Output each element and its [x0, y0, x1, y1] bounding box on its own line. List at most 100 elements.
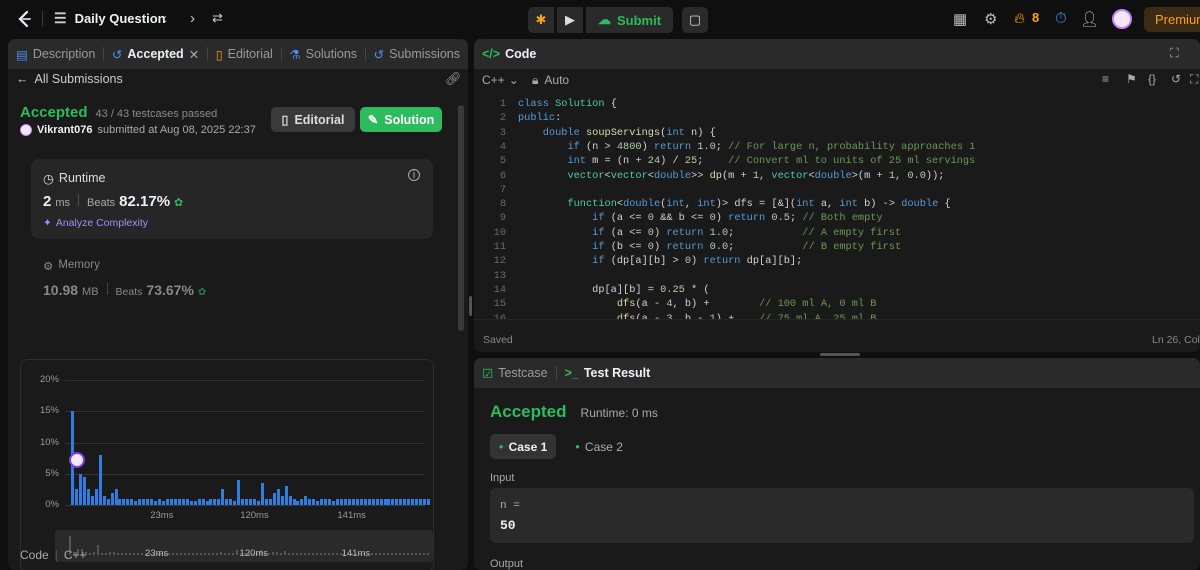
histogram-bar[interactable] — [423, 498, 427, 505]
maximize-icon[interactable]: ⛶ — [1170, 46, 1179, 61]
histogram-bar[interactable] — [304, 495, 308, 505]
histogram-bar[interactable] — [363, 498, 367, 505]
histogram-bar[interactable] — [114, 489, 118, 505]
histogram-bar[interactable] — [268, 498, 272, 505]
language-select[interactable]: C++ ⌄ — [482, 73, 519, 87]
histogram-bar[interactable] — [241, 498, 245, 505]
problem-list-button[interactable]: ☰ Daily Question — [54, 10, 166, 27]
histogram-bar[interactable] — [316, 500, 320, 505]
analyze-complexity-link[interactable]: ✦ Analyze Complexity — [43, 217, 148, 229]
histogram-bar[interactable] — [419, 498, 423, 505]
histogram-bar[interactable] — [142, 498, 146, 505]
histogram-bar[interactable] — [86, 489, 90, 505]
histogram-bar[interactable] — [260, 483, 264, 505]
histogram-bar[interactable] — [383, 498, 387, 505]
histogram-bar[interactable] — [367, 498, 371, 505]
memory-section[interactable]: ⚙ Memory 10.98 MB Beats 73.67% ✿ — [31, 242, 433, 312]
histogram-bar[interactable] — [371, 498, 375, 505]
histogram-bar[interactable] — [300, 498, 304, 505]
histogram-bar[interactable] — [102, 495, 106, 505]
run-button[interactable]: ▶ — [557, 7, 583, 33]
histogram-bar[interactable] — [161, 500, 165, 505]
your-runtime-marker[interactable] — [69, 452, 85, 469]
histogram-bar[interactable] — [252, 498, 256, 505]
histogram-bar[interactable] — [90, 495, 94, 505]
bookmark-icon[interactable]: ⚑ — [1126, 72, 1137, 86]
histogram-bar[interactable] — [320, 498, 324, 505]
histogram-bar[interactable] — [82, 476, 86, 505]
histogram-bar[interactable] — [328, 498, 332, 505]
close-icon[interactable]: ✕ — [189, 47, 199, 62]
histogram-bar[interactable] — [284, 486, 288, 505]
histogram-bar[interactable] — [197, 498, 201, 505]
histogram-bar[interactable] — [292, 498, 296, 505]
solution-button[interactable]: ✎ Solution — [360, 107, 442, 132]
histogram-bar[interactable] — [201, 498, 205, 505]
fullscreen-icon[interactable]: ⛶ — [1190, 72, 1198, 87]
tab-submissions[interactable]: ↺ Submissions — [366, 39, 468, 69]
notes-button[interactable]: ▢ — [682, 7, 709, 33]
histogram-bar[interactable] — [332, 500, 336, 505]
share-link-icon[interactable]: 🔗︎ — [445, 71, 462, 87]
histogram-bar[interactable] — [229, 498, 233, 505]
histogram-bar[interactable] — [312, 498, 316, 505]
editorial-button[interactable]: ▯ Editorial — [271, 107, 355, 132]
avatar[interactable] — [1112, 9, 1132, 29]
histogram-bar[interactable] — [296, 500, 300, 505]
tab-solutions[interactable]: ⚗ Solutions — [281, 39, 365, 69]
histogram-bar[interactable] — [272, 492, 276, 505]
scrollbar[interactable] — [458, 105, 464, 331]
histogram-bar[interactable] — [213, 498, 217, 505]
histogram-bar[interactable] — [154, 500, 158, 505]
histogram-bar[interactable] — [110, 492, 114, 505]
histogram-bar[interactable] — [340, 498, 343, 505]
shuffle-icon[interactable]: ⇄ — [212, 10, 223, 26]
histogram-bar[interactable] — [78, 473, 82, 505]
histogram-bar[interactable] — [217, 498, 221, 505]
histogram-bar[interactable] — [355, 498, 359, 505]
histogram-bar[interactable] — [343, 498, 347, 505]
histogram-bar[interactable] — [395, 498, 399, 505]
histogram-bar[interactable] — [158, 498, 162, 505]
flame-icon[interactable]: 🔥︎ — [1014, 10, 1025, 27]
histogram-bar[interactable] — [415, 498, 419, 505]
prev-question-icon[interactable]: ‹ — [162, 10, 167, 27]
histogram-bar[interactable] — [122, 498, 126, 505]
histogram-bar[interactable] — [150, 498, 154, 505]
histogram-bar[interactable] — [280, 495, 284, 505]
histogram-bar[interactable] — [387, 498, 391, 505]
case-1-tab[interactable]: ● Case 1 — [490, 434, 556, 459]
histogram-bar[interactable] — [225, 498, 229, 505]
histogram-bar[interactable] — [181, 498, 185, 505]
histogram-bar[interactable] — [324, 498, 328, 505]
histogram-bar[interactable] — [209, 498, 213, 505]
histogram-bar[interactable] — [169, 498, 173, 505]
histogram-bar[interactable] — [193, 500, 197, 505]
histogram-bar[interactable] — [106, 498, 110, 505]
histogram-bar[interactable] — [288, 495, 292, 505]
runtime-card[interactable]: ◷ Runtime i 2 ms Beats 82.17% ✿ ✦ Analyze … — [31, 159, 433, 239]
histogram-bar[interactable] — [94, 489, 98, 505]
tab-testcase[interactable]: ☑ Testcase — [474, 358, 556, 388]
user-avatar[interactable] — [20, 124, 32, 136]
histogram-bar[interactable] — [177, 498, 181, 505]
histogram-bar[interactable] — [403, 498, 407, 505]
histogram-bar[interactable] — [427, 498, 431, 505]
histogram-bar[interactable] — [98, 455, 102, 505]
next-question-icon[interactable]: › — [190, 10, 195, 27]
vertical-splitter[interactable] — [469, 296, 472, 316]
runtime-chart[interactable]: 20% 15% 10% 5% 0% 23ms 120ms 141ms — [40, 374, 431, 521]
back-link[interactable]: ← All Submissions — [16, 72, 123, 86]
format-icon[interactable]: ≡ — [1102, 72, 1109, 86]
case-2-tab[interactable]: ● Case 2 — [566, 434, 632, 459]
histogram-bar[interactable] — [407, 498, 411, 505]
leetcode-logo-icon[interactable] — [14, 9, 34, 29]
tab-editorial[interactable]: ▯ Editorial — [208, 39, 281, 69]
histogram-bar[interactable] — [391, 498, 395, 505]
histogram-bar[interactable] — [411, 498, 415, 505]
username[interactable]: Vikrant076 — [37, 124, 92, 136]
histogram-bar[interactable] — [134, 500, 138, 505]
histogram-bar[interactable] — [379, 498, 383, 505]
histogram-bar[interactable] — [221, 489, 225, 505]
histogram-bar[interactable] — [347, 498, 351, 505]
